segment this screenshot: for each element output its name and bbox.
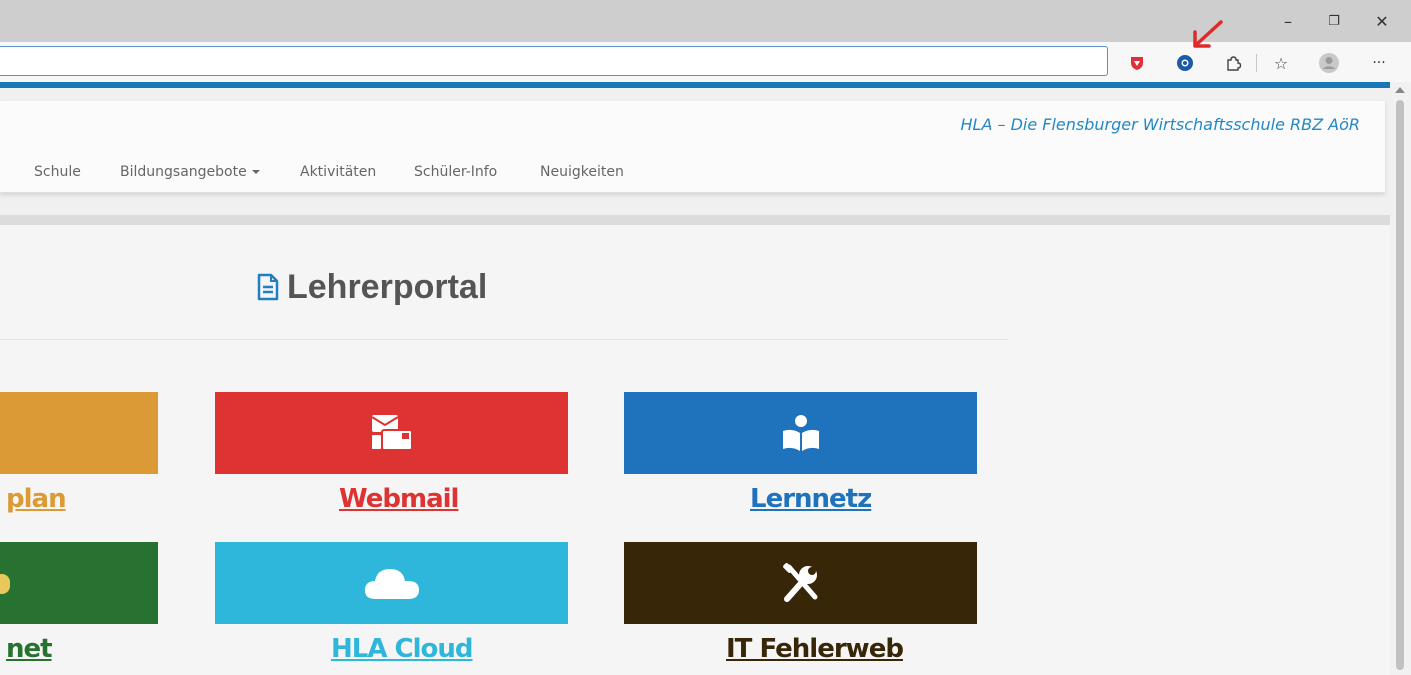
reader-icon [782,415,819,451]
page-viewport: HLA – Die Flensburger Wirtschaftsschule … [0,82,1390,675]
portal-content: Lehrerportal plan Webmail Lernnetz net H… [0,225,1390,675]
cloud-icon [364,569,419,599]
address-bar[interactable] [0,46,1108,76]
tile-plan[interactable] [0,392,158,474]
scrollbar-thumb[interactable] [1396,100,1404,670]
minimize-button[interactable]: – [1276,10,1300,34]
envelope-icon [370,415,413,451]
scroll-up-arrow-icon[interactable] [1395,87,1405,93]
profile-avatar-icon[interactable] [1318,52,1340,74]
nav-item-neuigkeiten[interactable]: Neuigkeiten [540,164,624,180]
tile-it-fehlerweb-label[interactable]: IT Fehlerweb [726,634,904,664]
shield-extension-icon[interactable] [1126,52,1148,74]
nav-item-bildungsangebote[interactable]: Bildungsangebote [120,164,260,180]
title-divider [0,339,1008,340]
site-header: HLA – Die Flensburger Wirtschaftsschule … [0,101,1385,193]
tile-hla-cloud[interactable] [215,542,568,624]
puzzle-icon [0,574,10,594]
nav-item-schueler-info[interactable]: Schüler-Info [414,164,497,180]
nav-item-label: Bildungsangebote [120,164,247,180]
favorites-icon[interactable]: ☆ [1270,52,1292,74]
section-divider-band [0,215,1390,225]
page-scrollbar[interactable] [1390,82,1411,675]
more-menu-icon[interactable]: ··· [1368,52,1390,74]
tile-net[interactable] [0,542,158,624]
blue-circle-extension-icon[interactable] [1174,52,1196,74]
tile-lernnetz[interactable] [624,392,977,474]
tile-hla-cloud-label[interactable]: HLA Cloud [331,634,473,664]
restore-button[interactable]: ❐ [1322,10,1346,34]
close-button[interactable]: ✕ [1370,10,1394,34]
page-top-accent-bar [0,82,1390,88]
nav-item-aktivitaeten[interactable]: Aktivitäten [300,164,376,180]
document-icon [257,273,279,301]
tile-webmail-label[interactable]: Webmail [339,484,459,514]
page-title: Lehrerportal [257,265,487,309]
red-arrow-icon [1193,20,1223,48]
extensions-icon[interactable] [1222,52,1244,74]
caret-down-icon [251,170,260,174]
tile-webmail[interactable] [215,392,568,474]
tile-plan-label[interactable]: plan [6,484,67,514]
nav-item-schule[interactable]: Schule [34,164,81,180]
tile-lernnetz-label[interactable]: Lernnetz [750,484,872,514]
tile-it-fehlerweb[interactable] [624,542,977,624]
tools-icon [782,563,817,602]
site-brand-text[interactable]: HLA – Die Flensburger Wirtschaftsschule … [961,115,1360,134]
page-title-text: Lehrerportal [287,267,488,306]
tile-net-label[interactable]: net [6,634,53,664]
toolbar-separator [1256,54,1257,72]
